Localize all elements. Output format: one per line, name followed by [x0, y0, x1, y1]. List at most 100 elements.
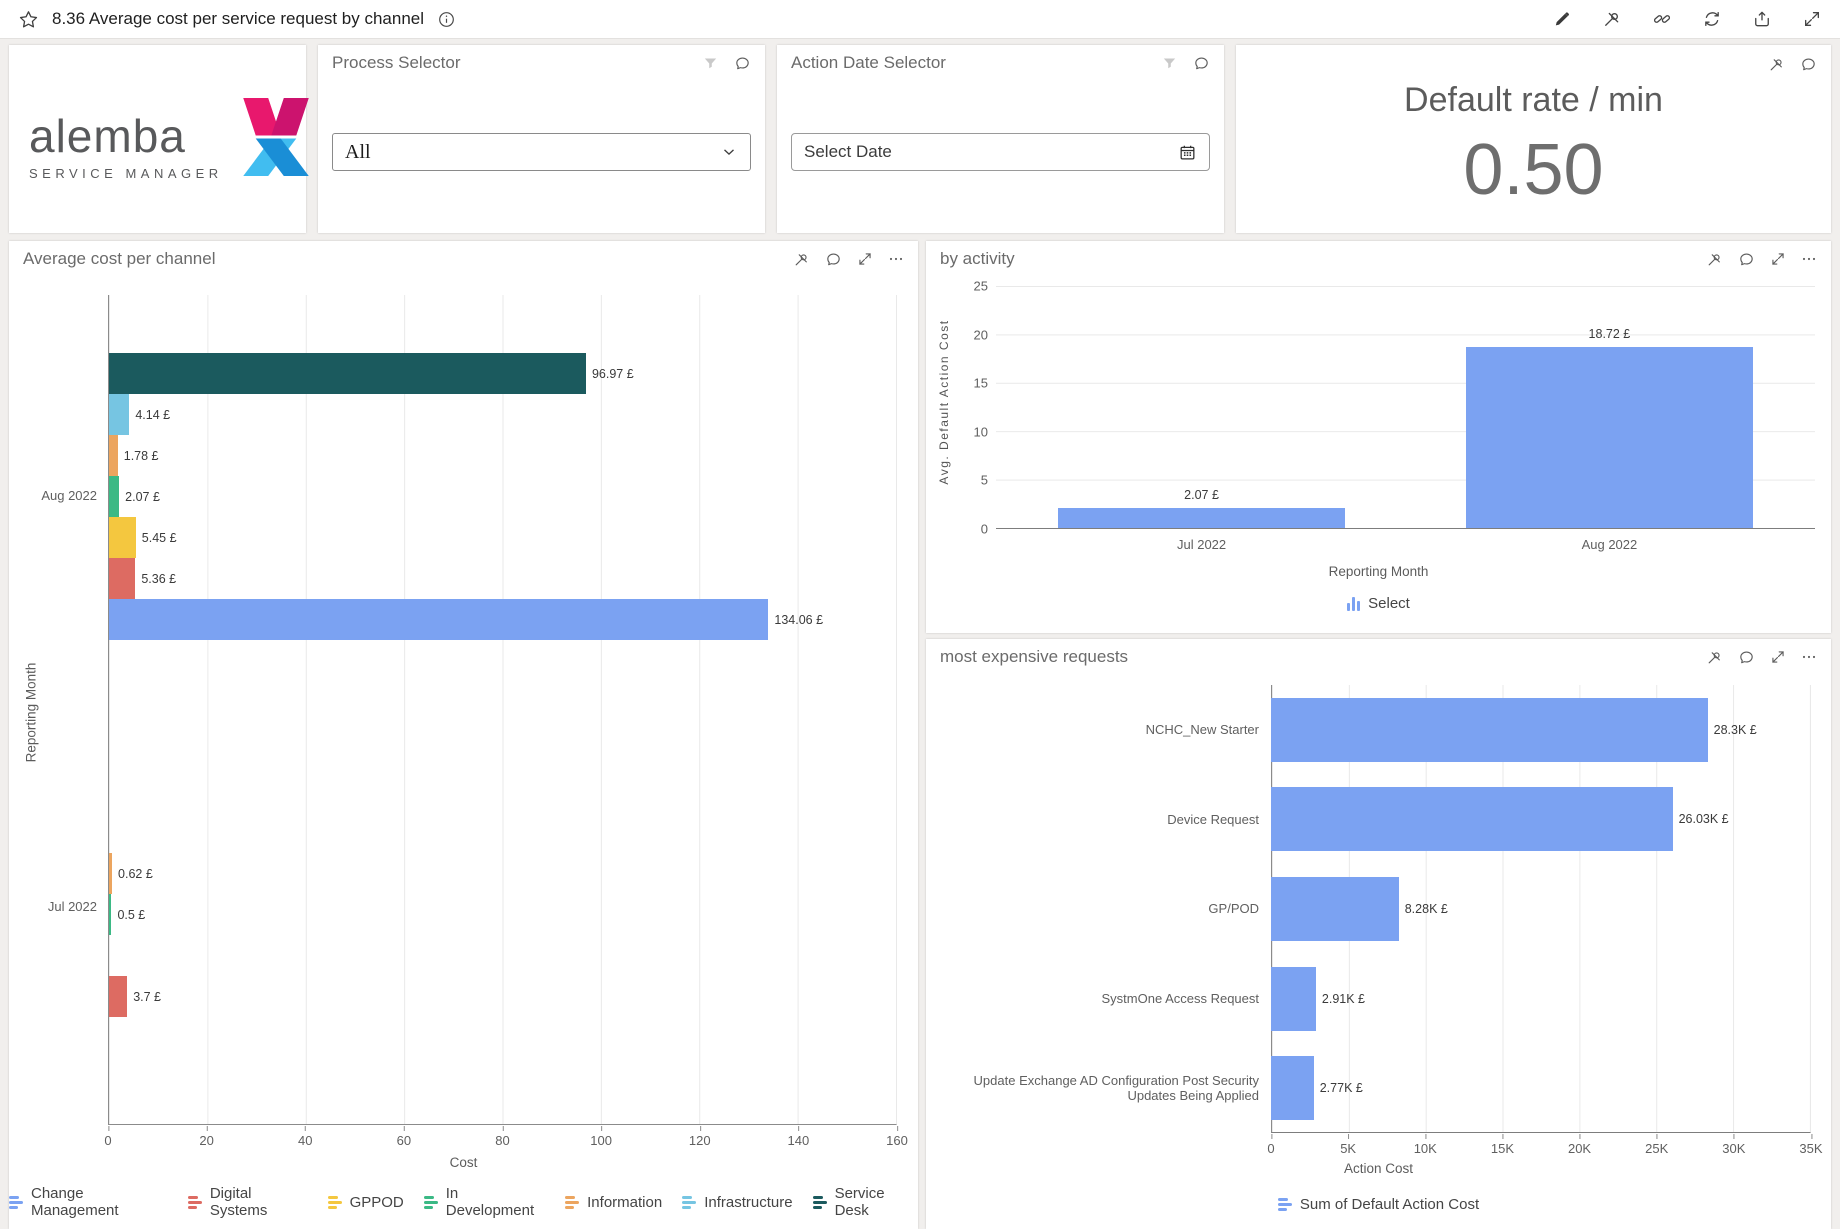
refresh-icon[interactable]	[1702, 9, 1722, 29]
bars-icon	[328, 1196, 342, 1209]
bar-value-label: 134.06 £	[774, 613, 823, 627]
y-axis-title: Reporting Month	[24, 633, 39, 793]
legend-item-select[interactable]: Select	[1347, 595, 1410, 612]
brand-tagline: SERVICE MANAGER	[29, 166, 223, 181]
legend-item-change-management[interactable]: Change Management	[9, 1185, 168, 1219]
bar-nchc-new-starter[interactable]	[1271, 698, 1708, 762]
info-icon[interactable]	[437, 10, 456, 29]
kpi-value: 0.50	[1236, 129, 1831, 211]
bar-systmone-access-request[interactable]	[1271, 967, 1316, 1031]
pin-icon[interactable]	[1706, 251, 1723, 268]
widget-header: Average cost per channel	[9, 241, 918, 277]
bar-digital-systems[interactable]	[109, 976, 127, 1017]
fullscreen-icon[interactable]	[1770, 251, 1786, 267]
widget-header-icons	[1768, 56, 1817, 73]
bar-value-label: 3.7 £	[133, 990, 161, 1004]
x-tick: 10K	[1414, 1141, 1437, 1156]
legend-item-infrastructure[interactable]: Infrastructure	[682, 1194, 792, 1211]
bar-gp-pod[interactable]	[1271, 877, 1399, 941]
more-options-icon[interactable]	[1801, 649, 1817, 665]
comment-icon[interactable]	[734, 55, 751, 72]
bar-row-empty	[109, 935, 896, 976]
pin-icon[interactable]	[1602, 9, 1622, 29]
dashboard-titlebar: 8.36 Average cost per service request by…	[0, 0, 1840, 39]
export-icon[interactable]	[1752, 9, 1772, 29]
action-date-selector-widget: Action Date Selector Select Date	[777, 45, 1224, 233]
bar-gppod[interactable]	[109, 517, 136, 558]
legend-item-digital-systems[interactable]: Digital Systems	[188, 1185, 308, 1219]
x-axis-ticks: 0 5K 10K 15K 20K 25K 30K 35K	[1271, 1134, 1811, 1150]
bars-icon	[188, 1196, 202, 1209]
filter-icon[interactable]	[1161, 55, 1178, 72]
pin-icon[interactable]	[1768, 56, 1785, 73]
category-label: Update Exchange AD Configuration Post Se…	[926, 1073, 1271, 1103]
bar-area: 28.3K £	[1271, 698, 1811, 762]
by-activity-plot-area: 2.07 £ 18.72 £	[996, 286, 1815, 529]
comment-icon[interactable]	[825, 251, 842, 268]
column-aug-2022[interactable]	[1466, 347, 1753, 528]
fullscreen-icon[interactable]	[1770, 649, 1786, 665]
avg-cost-per-channel-widget: Average cost per channel Reporting Month…	[9, 241, 918, 1229]
dashboard-title: 8.36 Average cost per service request by…	[52, 9, 424, 29]
legend-item-gppod[interactable]: GPPOD	[328, 1194, 404, 1211]
bar-row: 4.14 £	[109, 394, 896, 435]
bar-in-development[interactable]	[109, 476, 119, 517]
kpi-title: Default rate / min	[1236, 81, 1831, 120]
x-tick: 60	[397, 1133, 411, 1148]
bar-area: 26.03K £	[1271, 787, 1811, 851]
column-jul-2022[interactable]	[1058, 508, 1345, 528]
more-options-icon[interactable]	[1801, 251, 1817, 267]
bar-value-label: 5.45 £	[142, 531, 177, 545]
legend-label: Select	[1368, 595, 1410, 612]
legend-item-service-desk[interactable]: Service Desk	[813, 1185, 918, 1219]
bar-value-label: 28.3K £	[1714, 723, 1757, 737]
action-date-placeholder: Select Date	[804, 142, 892, 162]
alemba-logo: alemba SERVICE MANAGER	[29, 93, 315, 181]
legend-label: GPPOD	[350, 1194, 404, 1211]
fullscreen-icon[interactable]	[857, 251, 873, 267]
bar-service-desk[interactable]	[109, 353, 586, 394]
calendar-icon[interactable]	[1178, 143, 1197, 162]
x-tick: 5K	[1340, 1141, 1356, 1156]
bar-update-exchange-ad-configuration[interactable]	[1271, 1056, 1314, 1120]
titlebar-left: 8.36 Average cost per service request by…	[18, 9, 456, 30]
legend-item-sum-default-action-cost[interactable]: Sum of Default Action Cost	[1278, 1196, 1479, 1213]
x-tick: 25K	[1645, 1141, 1668, 1156]
fullscreen-icon[interactable]	[1802, 9, 1822, 29]
favorite-star-icon[interactable]	[18, 9, 39, 30]
pin-icon[interactable]	[793, 251, 810, 268]
bar-group-aug-2022: 96.97 £ 4.14 £ 1.78 £ 2.07 £	[109, 353, 896, 640]
y-tick: 15	[974, 376, 988, 391]
comment-icon[interactable]	[1193, 55, 1210, 72]
bars-icon	[813, 1196, 827, 1209]
filter-icon[interactable]	[702, 55, 719, 72]
widget-title: Process Selector	[332, 53, 461, 73]
link-icon[interactable]	[1652, 9, 1672, 29]
x-tick: 0	[1267, 1141, 1274, 1156]
legend-item-information[interactable]: Information	[565, 1194, 662, 1211]
bar-information[interactable]	[109, 435, 118, 476]
action-date-input[interactable]: Select Date	[791, 133, 1210, 171]
comment-icon[interactable]	[1738, 649, 1755, 666]
x-tick: 20	[199, 1133, 213, 1148]
category-label-jul-2022: Jul 2022	[9, 899, 97, 914]
legend-item-in-development[interactable]: In Development	[424, 1185, 545, 1219]
bar-information[interactable]	[109, 853, 112, 894]
bar-row: 134.06 £	[109, 599, 896, 640]
comment-icon[interactable]	[1800, 56, 1817, 73]
process-select[interactable]: All	[332, 133, 751, 171]
bars-icon	[9, 1196, 23, 1209]
bar-row: 3.7 £	[109, 976, 896, 1017]
bar-digital-systems[interactable]	[109, 558, 135, 599]
edit-icon[interactable]	[1552, 9, 1572, 29]
bar-change-management[interactable]	[109, 599, 768, 640]
pin-icon[interactable]	[1706, 649, 1723, 666]
chart-legend: Change Management Digital Systems GPPOD …	[9, 1185, 918, 1219]
bar-device-request[interactable]	[1271, 787, 1673, 851]
comment-icon[interactable]	[1738, 251, 1755, 268]
more-options-icon[interactable]	[888, 251, 904, 267]
bar-in-development[interactable]	[109, 894, 111, 935]
alemba-x-icon	[237, 93, 315, 181]
chart-legend: Select	[926, 595, 1831, 612]
bar-infrastructure[interactable]	[109, 394, 129, 435]
